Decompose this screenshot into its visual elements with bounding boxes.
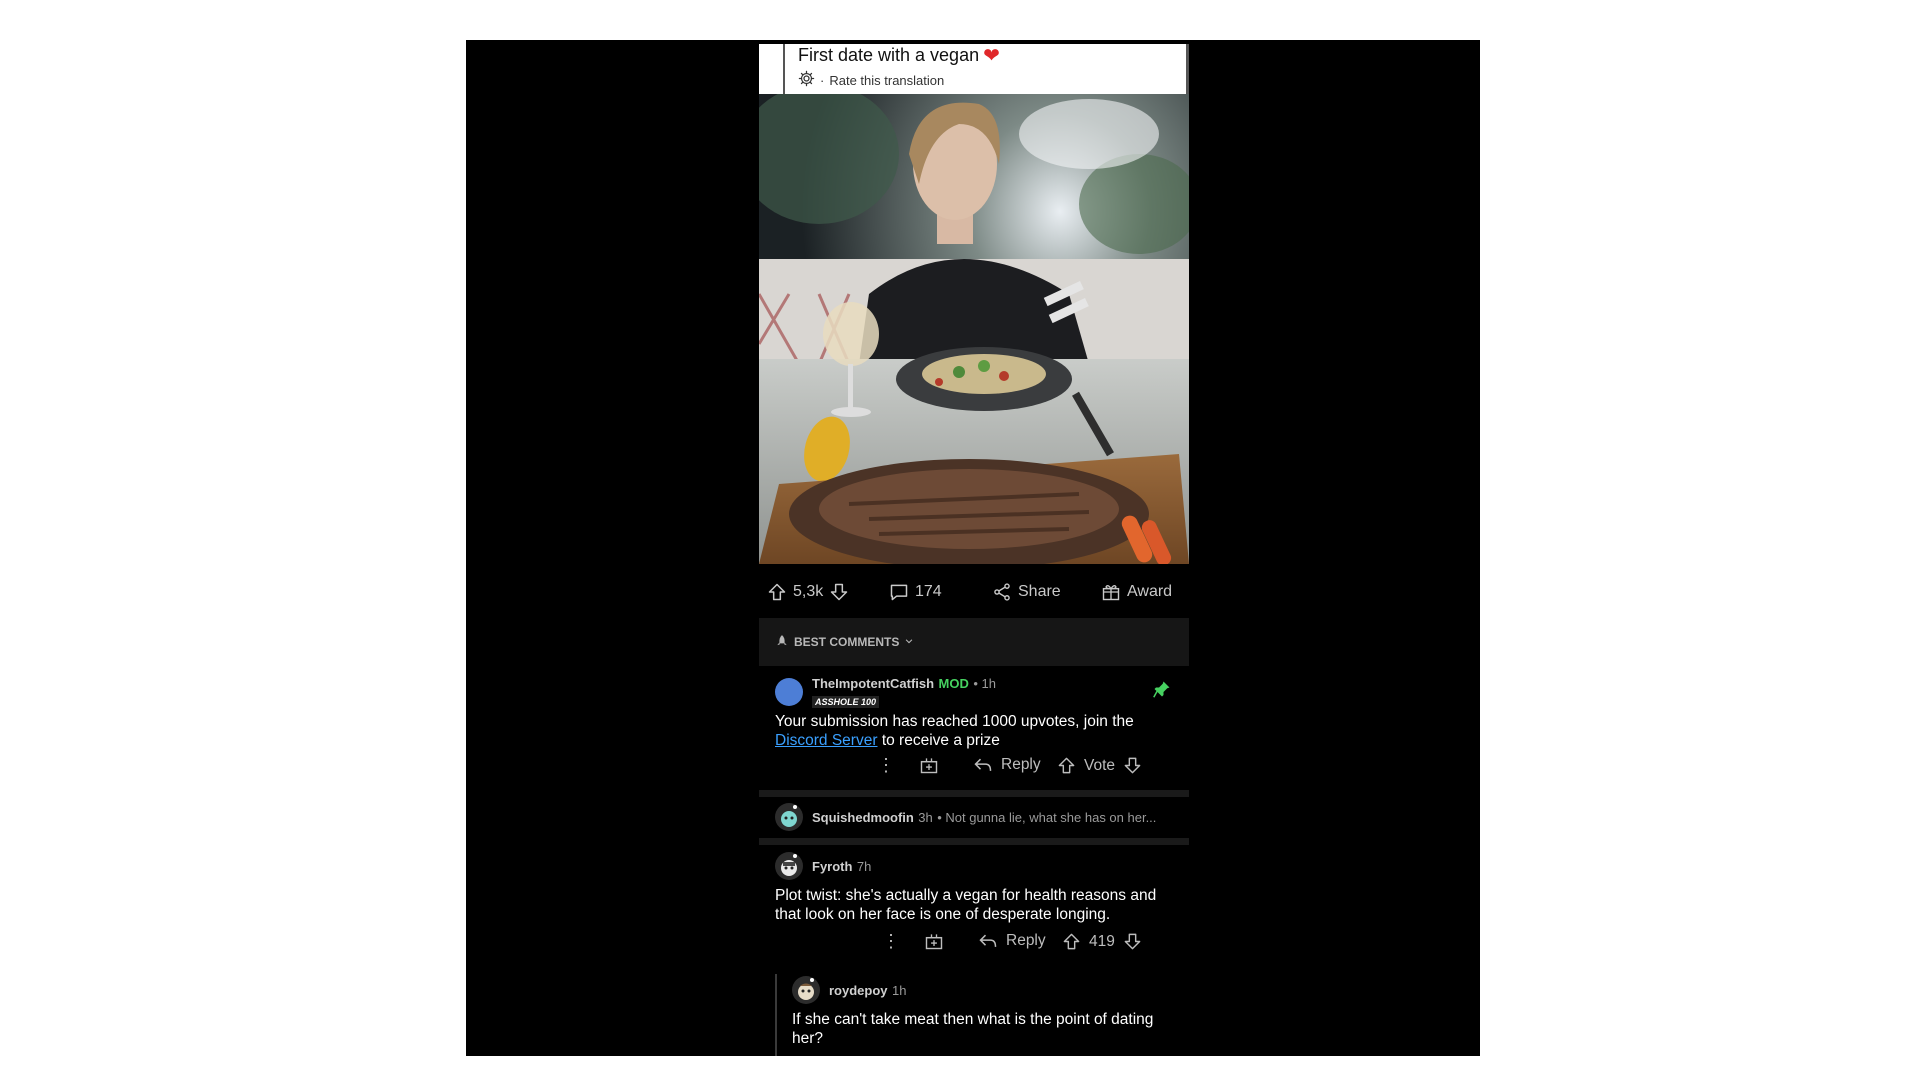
comment-username[interactable]: TheImpotentCatfish <box>812 676 934 691</box>
vote-group: Vote <box>1057 756 1142 775</box>
award-label: Award <box>1127 583 1173 600</box>
comment-reply: roydepoy 1h If she can't take meat then … <box>759 974 1189 1056</box>
comment-body-text: Your submission has reached 1000 upvotes… <box>775 713 1134 730</box>
comment-body: If she can't take meat then what is the … <box>792 1011 1154 1047</box>
heart-icon: ❤ <box>983 45 1000 67</box>
comment-icon <box>889 582 909 602</box>
rocket-icon <box>775 634 789 651</box>
comment-divider <box>759 838 1189 845</box>
post-action-bar: 5,3k 174 Share Award <box>759 574 1189 610</box>
comments-button[interactable]: 174 <box>889 582 942 602</box>
comment-username[interactable]: roydepoy <box>829 983 888 998</box>
quote-bar <box>783 44 785 94</box>
discord-server-link[interactable]: Discord Server <box>775 732 878 749</box>
upvote-icon[interactable] <box>767 582 787 602</box>
thread-line <box>775 974 777 1056</box>
reply-button[interactable]: Reply <box>973 756 1041 774</box>
avatar[interactable] <box>775 852 803 880</box>
comment-time: 3h <box>918 810 933 825</box>
share-label: Share <box>1018 583 1061 600</box>
comment-body: Plot twist: she's actually a vegan for h… <box>775 887 1157 923</box>
downvote-icon[interactable] <box>829 582 849 602</box>
gift-icon <box>1101 582 1121 602</box>
upvote-icon <box>1058 757 1075 774</box>
comment-collapsed[interactable]: Squishedmoofin 3h • Not gunna lie, what … <box>759 800 1189 834</box>
comment-mod: TheImpotentCatfish MOD • 1h ASSHOLE 100 … <box>759 674 1189 784</box>
upvote-icon <box>1063 933 1080 950</box>
avatar[interactable] <box>792 976 820 1004</box>
reply-label: Reply <box>1006 932 1046 949</box>
user-flair: ASSHOLE 100 <box>812 692 880 710</box>
comment-body: Your submission has reached 1000 upvotes… <box>775 712 1175 750</box>
vote-label: Vote <box>1084 756 1116 774</box>
sort-comments-bar[interactable]: BEST COMMENTS <box>759 618 1189 666</box>
gift-icon[interactable] <box>924 931 944 956</box>
comment-time: • 1h <box>973 676 996 691</box>
reddit-app-screen: First date with a vegan ❤ · Rate this tra… <box>759 44 1189 1056</box>
post-image[interactable] <box>759 94 1189 564</box>
award-button[interactable]: Award <box>1101 582 1172 602</box>
avatar[interactable] <box>775 803 803 831</box>
more-options-icon[interactable]: ⋮ <box>877 756 895 774</box>
rate-translation-link[interactable]: Rate this translation <box>829 73 944 89</box>
comment-header: roydepoy 1h <box>829 983 906 999</box>
reply-icon <box>979 934 997 947</box>
upvote-count: 5,3k <box>793 583 824 600</box>
comment-username[interactable]: Squishedmoofin <box>812 810 914 825</box>
post-title: First date with a vegan ❤ <box>798 44 1000 67</box>
comment-item: Fyroth 7h Plot twist: she's actually a v… <box>759 850 1189 962</box>
chevron-down-icon <box>904 635 914 649</box>
gift-icon[interactable] <box>919 755 939 780</box>
comment-header: Squishedmoofin 3h • Not gunna lie, what … <box>812 810 1156 826</box>
share-icon <box>992 582 1012 602</box>
translation-header: First date with a vegan ❤ · Rate this tra… <box>759 44 1189 94</box>
vote-group: 419 <box>1062 932 1142 951</box>
mod-badge: MOD <box>938 676 969 691</box>
comment-header: Fyroth 7h <box>812 859 871 875</box>
comment-header: TheImpotentCatfish MOD • 1h <box>812 676 996 692</box>
dot-separator: · <box>820 72 825 88</box>
sort-label: BEST COMMENTS <box>794 635 900 649</box>
reply-button[interactable]: Reply <box>978 932 1046 950</box>
comment-time: 7h <box>856 859 872 874</box>
share-button[interactable]: Share <box>992 582 1061 602</box>
comment-preview: • Not gunna lie, what she has on her... <box>937 810 1157 825</box>
comment-body-text-end: to receive a prize <box>881 732 1000 749</box>
downvote-icon <box>1124 933 1141 950</box>
rate-translation-row[interactable]: · Rate this translation <box>798 70 944 91</box>
gear-icon[interactable] <box>798 70 815 91</box>
avatar[interactable] <box>775 678 803 706</box>
comment-score: 419 <box>1089 932 1115 950</box>
comment-divider <box>759 790 1189 797</box>
pin-icon <box>1153 680 1171 703</box>
reply-icon <box>974 758 992 771</box>
post-vote-group: 5,3k <box>767 582 849 602</box>
flair-text: ASSHOLE 100 <box>812 696 880 708</box>
downvote-icon <box>1124 757 1141 774</box>
post-title-text: First date with a vegan <box>798 45 980 65</box>
comment-username[interactable]: Fyroth <box>812 859 852 874</box>
comment-count: 174 <box>915 583 942 600</box>
screenshot-frame: First date with a vegan ❤ · Rate this tra… <box>466 40 1480 1056</box>
edge-bar <box>1186 44 1189 94</box>
reply-label: Reply <box>1001 756 1041 773</box>
more-options-icon[interactable]: ⋮ <box>882 932 900 950</box>
comment-time: 1h <box>891 983 907 998</box>
